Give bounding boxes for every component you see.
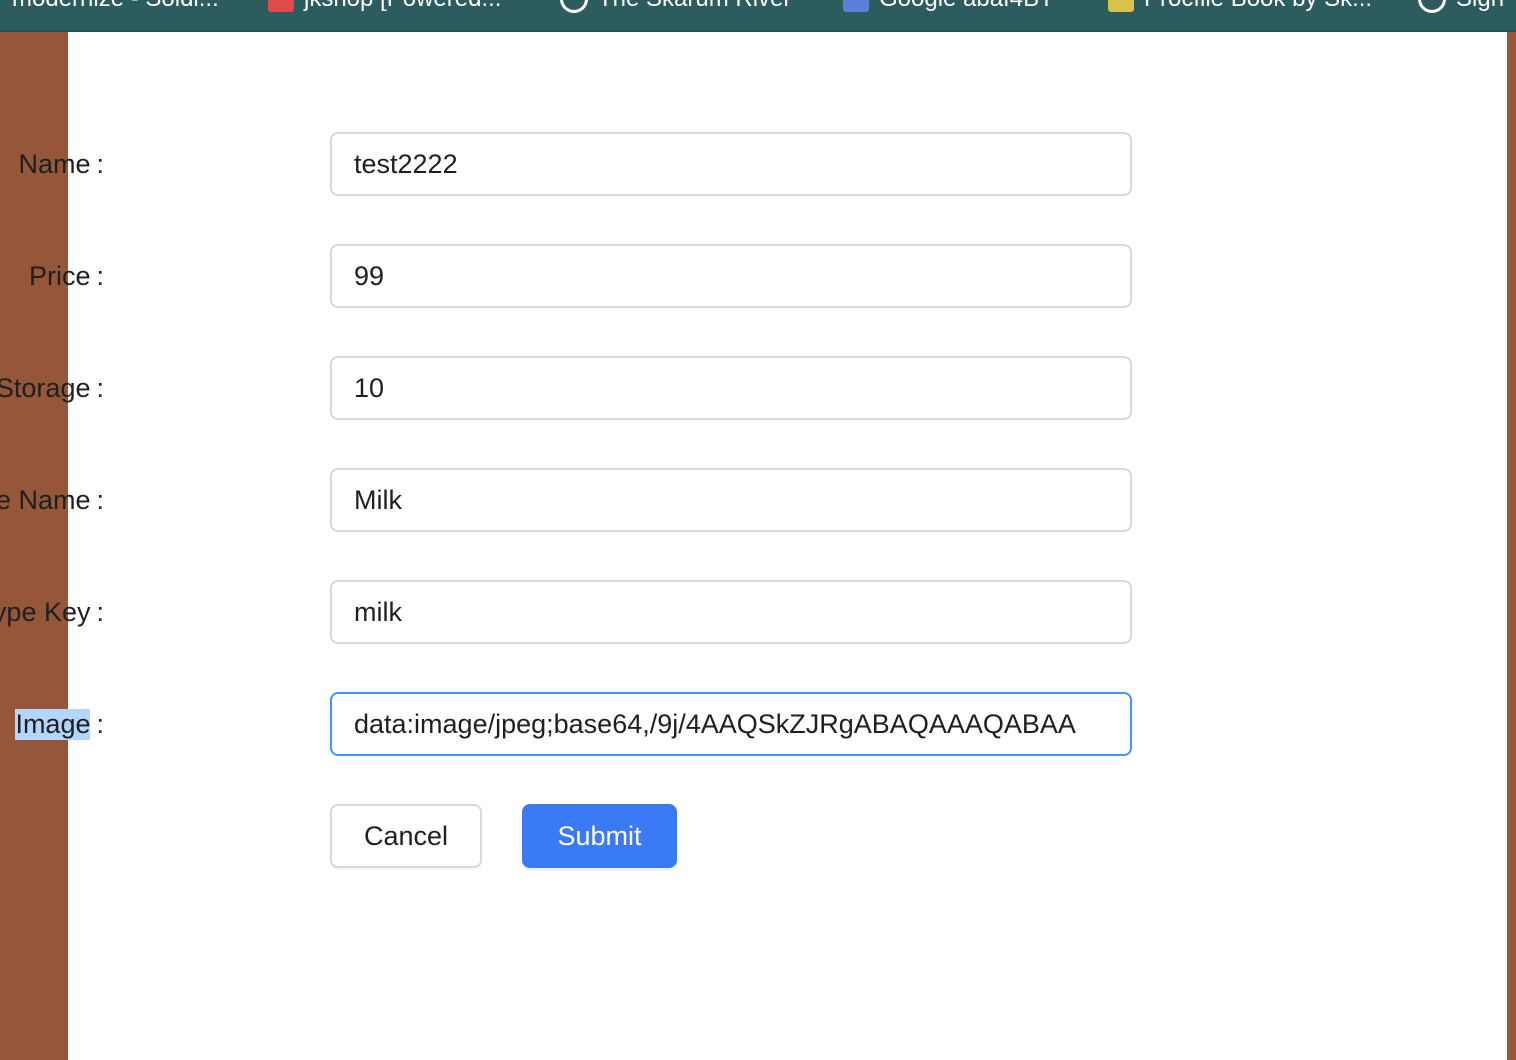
image-label-selected-text: Image <box>15 708 91 740</box>
form-row-type-key: Type Key: <box>0 580 1168 644</box>
doc-icon <box>843 0 869 12</box>
form-actions: Cancel Submit <box>68 804 1168 868</box>
form-row-type-name: type Name: <box>0 468 1168 532</box>
bookmark-item[interactable]: modernize - Soldi... <box>12 0 219 14</box>
price-label: Price: <box>28 260 104 291</box>
background-strip <box>1507 32 1516 1060</box>
name-label: Name: <box>18 148 104 179</box>
form-row-image: Image: <box>15 692 1168 756</box>
form-row-storage: Storage: <box>0 356 1168 420</box>
bookmark-label: Google abaf4BT <box>879 0 1054 13</box>
submit-button[interactable]: Submit <box>522 804 677 868</box>
name-input[interactable] <box>330 132 1132 196</box>
circle-icon <box>560 0 588 13</box>
form-row-name: Name: <box>18 132 1168 196</box>
image-input[interactable] <box>330 692 1132 756</box>
book-icon <box>1108 0 1134 12</box>
form-row-price: Price: <box>29 244 1168 308</box>
storage-label: Storage: <box>0 372 104 403</box>
type-name-input[interactable] <box>330 468 1132 532</box>
image-label: Image: <box>15 708 104 740</box>
bookmark-item[interactable]: jkshop [Powered... <box>268 0 501 14</box>
form-panel: Name: Price: Storage: type Name: Type Ke… <box>0 32 1507 1060</box>
circle-icon <box>1418 0 1446 13</box>
cancel-button[interactable]: Cancel <box>330 804 482 868</box>
bookmark-label: Sign <box>1456 0 1504 13</box>
bookmark-item[interactable]: Google abaf4BT <box>843 0 1054 14</box>
type-name-label: type Name: <box>0 484 104 515</box>
bookmark-item[interactable]: The Skarum River <box>560 0 791 14</box>
bookmarks-bar: modernize - Soldi... jkshop [Powered... … <box>0 0 1516 32</box>
bookmark-label: modernize - Soldi... <box>12 0 219 13</box>
bookmark-label: Procfile Book by Sk... <box>1144 0 1372 13</box>
bookmark-item[interactable]: Procfile Book by Sk... <box>1108 0 1372 14</box>
price-input[interactable] <box>330 244 1132 308</box>
bookmark-label: jkshop [Powered... <box>304 0 501 13</box>
storage-input[interactable] <box>330 356 1132 420</box>
type-key-label: Type Key: <box>0 596 104 627</box>
mail-icon <box>268 0 294 12</box>
bookmark-label: The Skarum River <box>598 0 791 13</box>
type-key-input[interactable] <box>330 580 1132 644</box>
bookmark-item[interactable]: Sign <box>1418 0 1504 14</box>
